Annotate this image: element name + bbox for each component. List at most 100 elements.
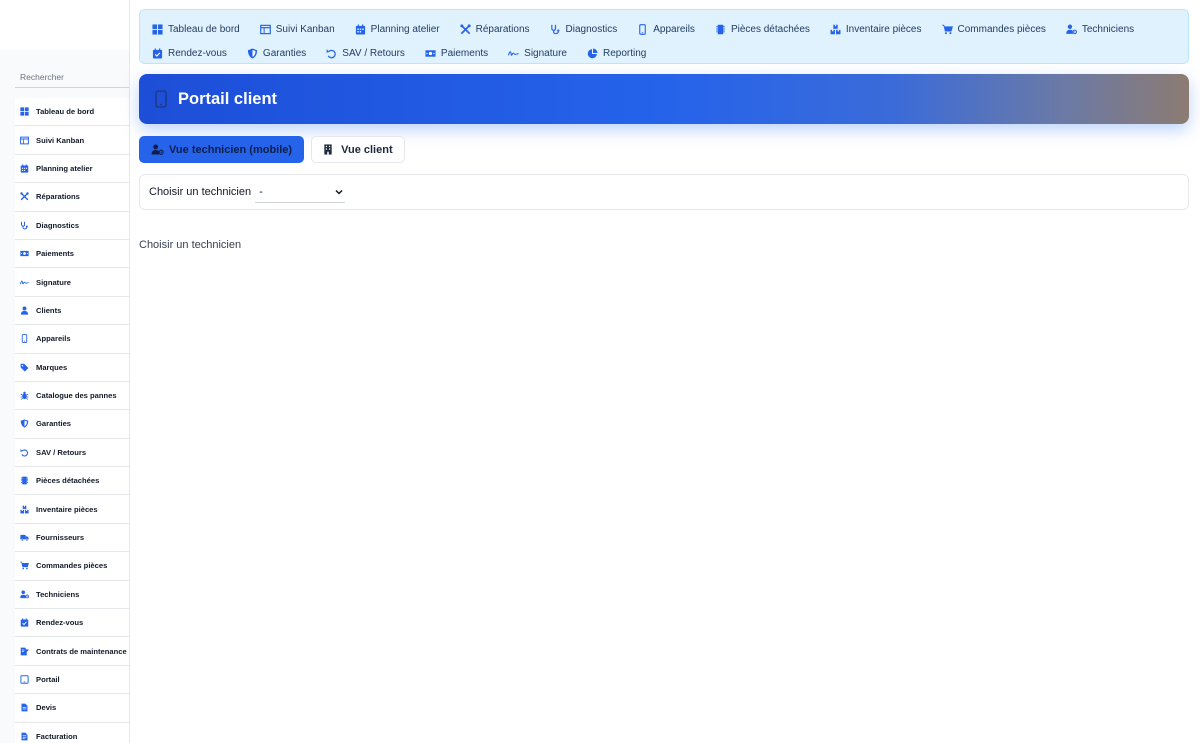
nav-item-appareils[interactable]: Appareils (637, 17, 695, 41)
building-icon (323, 144, 336, 155)
sidebar-item-label: Devis (36, 703, 57, 713)
user-gear-icon (19, 589, 30, 600)
sidebar-menu: Tableau de bord Suivi Kanban Planning atel… (0, 98, 129, 743)
sidebar-item-label: Portail (36, 675, 60, 684)
sidebar-item-paiements[interactable]: Paiements (15, 239, 129, 269)
sidebar-item-diagnostics[interactable]: Diagnostics (15, 211, 129, 240)
sidebar-item-clients[interactable]: Clients (15, 296, 129, 326)
sidebar-item-rendez-vous[interactable]: Rendez-vous (15, 609, 129, 638)
cart-icon (19, 560, 30, 571)
sidebar-item-label: Garanties (36, 419, 72, 429)
calendar-icon (19, 163, 30, 174)
sidebar-item-fournisseurs[interactable]: Fournisseurs (15, 523, 129, 553)
nav-item-garanties[interactable]: Garanties (247, 41, 306, 65)
sidebar-item-label: Facturation (36, 731, 78, 741)
sidebar-item-reparations[interactable]: Réparations (15, 183, 129, 212)
cart-icon (941, 24, 953, 35)
nav-item-label: Diagnostics (565, 23, 618, 35)
nav-item-rendez-vous[interactable]: Rendez-vous (152, 41, 227, 65)
sidebar-item-inventaire-pieces[interactable]: Inventaire pièces (15, 495, 129, 524)
shield-icon (247, 48, 258, 59)
nav-item-techniciens[interactable]: Techniciens (1066, 17, 1134, 41)
sidebar-item-devis[interactable]: Devis (15, 694, 129, 723)
tools-icon (459, 23, 471, 35)
sidebar-item-marques[interactable]: Marques (15, 353, 129, 382)
empty-state-message: Choisir un technicien (139, 239, 242, 251)
technician-view-label: Vue technicien (mobile) (169, 143, 293, 156)
nav-item-label: Appareils (653, 23, 695, 35)
client-view-label: Vue client (341, 143, 393, 156)
nav-item-inventaire-pieces[interactable]: Inventaire pièces (830, 17, 922, 41)
nav-item-commandes-pieces[interactable]: Commandes pièces (941, 17, 1046, 41)
chevron-down-icon (335, 183, 343, 201)
view-toggle: Vue technicien (mobile) Vue client (139, 136, 405, 163)
nav-item-diagnostics[interactable]: Diagnostics (550, 17, 618, 41)
stethoscope-icon (19, 220, 30, 231)
sidebar-item-label: Contrats de maintenance (36, 646, 127, 656)
nav-item-label: Tableau de bord (168, 23, 240, 35)
sidebar-item-label: Techniciens (36, 589, 80, 599)
sidebar-item-label: Commandes pièces (36, 561, 108, 571)
tablet-icon (19, 674, 30, 685)
sidebar-item-facturation[interactable]: Facturation (15, 722, 129, 743)
money-icon (425, 48, 436, 59)
nav-item-suivi-kanban[interactable]: Suivi Kanban (259, 17, 335, 41)
stethoscope-icon (550, 24, 561, 35)
tools-icon (19, 191, 30, 202)
nav-item-label: Suivi Kanban (275, 23, 335, 35)
sidebar-item-techniciens[interactable]: Techniciens (15, 580, 129, 610)
sidebar-item-pieces-detachees[interactable]: Pièces détachées (15, 467, 129, 496)
grid-icon (152, 23, 163, 35)
sidebar-item-label: Rendez-vous (36, 618, 84, 628)
sidebar-item-garanties[interactable]: Garanties (15, 410, 129, 439)
sidebar-item-commandes-pieces[interactable]: Commandes pièces (15, 552, 129, 581)
sidebar-item-label: Tableau de bord (36, 107, 95, 117)
calendar-check-icon (19, 617, 30, 628)
sidebar-item-label: Planning atelier (36, 163, 93, 173)
nav-item-label: Paiements (440, 47, 489, 59)
technician-select-card: Choisir un technicien - (139, 174, 1189, 210)
page-title: Portail client (178, 89, 278, 108)
sidebar-item-catalogue-des-pannes[interactable]: Catalogue des pannes (15, 381, 129, 411)
chip-icon (19, 475, 30, 486)
calendar-check-icon (152, 47, 163, 59)
nav-item-reporting[interactable]: Reporting (587, 41, 646, 65)
sidebar-search (15, 50, 129, 88)
technician-view-button[interactable]: Vue technicien (mobile) (139, 136, 305, 163)
nav-item-tableau-de-bord[interactable]: Tableau de bord (152, 17, 240, 41)
nav-item-reparations[interactable]: Réparations (459, 17, 530, 41)
search-input[interactable] (20, 72, 129, 82)
chip-icon (715, 24, 726, 35)
grid-icon (19, 106, 30, 117)
tag-icon (19, 362, 30, 373)
pie-icon (587, 48, 598, 59)
undo-icon (19, 447, 30, 458)
nav-item-paiements[interactable]: Paiements (425, 41, 488, 65)
file-icon (19, 702, 30, 713)
sidebar-item-portail[interactable]: Portail (15, 665, 129, 695)
sidebar-item-label: Catalogue des pannes (36, 391, 117, 401)
invoice-icon (19, 731, 30, 742)
sidebar-item-planning-atelier[interactable]: Planning atelier (15, 154, 129, 184)
undo-icon (326, 48, 337, 59)
sidebar-item-sav-retours[interactable]: SAV / Retours (15, 438, 129, 468)
nav-item-signature[interactable]: Signature (508, 41, 567, 65)
client-view-button[interactable]: Vue client (311, 136, 405, 163)
sidebar-item-label: Inventaire pièces (36, 504, 98, 514)
nav-item-label: Rendez-vous (168, 47, 227, 59)
nav-item-label: Pièces détachées (730, 23, 810, 35)
calendar-icon (355, 23, 366, 35)
nav-item-planning-atelier[interactable]: Planning atelier (355, 17, 440, 41)
sidebar-item-tableau-de-bord[interactable]: Tableau de bord (15, 98, 129, 127)
phone-icon (19, 333, 30, 344)
sidebar-item-contrats-de-maintenance[interactable]: Contrats de maintenance (15, 637, 129, 666)
sidebar-item-suivi-kanban[interactable]: Suivi Kanban (15, 126, 129, 155)
sidebar-item-appareils[interactable]: Appareils (15, 325, 129, 354)
sidebar-item-signature[interactable]: Signature (15, 268, 129, 297)
technician-select[interactable]: - (255, 181, 346, 203)
nav-item-sav-retours[interactable]: SAV / Retours (326, 41, 405, 65)
kanban-icon (259, 24, 271, 35)
truck-icon (19, 532, 30, 543)
nav-item-label: Inventaire pièces (845, 23, 922, 35)
nav-item-pieces-detachees[interactable]: Pièces détachées (715, 17, 810, 41)
